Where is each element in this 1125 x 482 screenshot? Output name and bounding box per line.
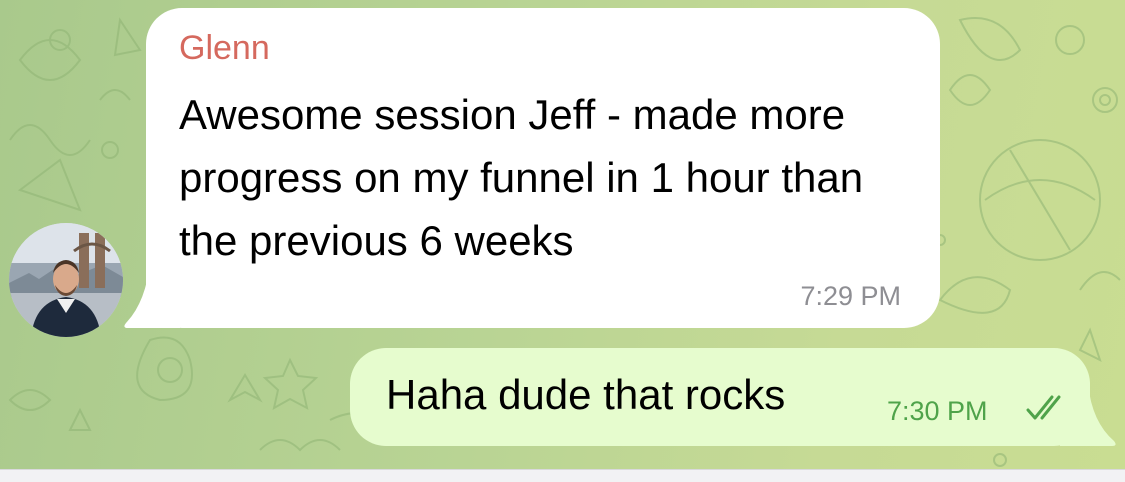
sender-name[interactable]: Glenn [179,28,270,68]
avatar-photo [9,223,123,337]
bottom-input-bar-edge [0,469,1125,482]
incoming-message-text: Awesome session Jeff - made more progres… [179,91,864,264]
outgoing-message-time: 7:30 PM [887,396,988,426]
outgoing-message-bubble[interactable]: Haha dude that rocks 7:30 PM [350,348,1090,446]
outgoing-message-text: Haha dude that rocks [386,371,786,418]
double-check-icon [1026,395,1061,420]
incoming-message-time: 7:29 PM [800,281,901,311]
incoming-message-bubble[interactable]: Glenn Awesome session Jeff - made more p… [146,8,940,328]
sender-avatar[interactable] [9,223,123,337]
